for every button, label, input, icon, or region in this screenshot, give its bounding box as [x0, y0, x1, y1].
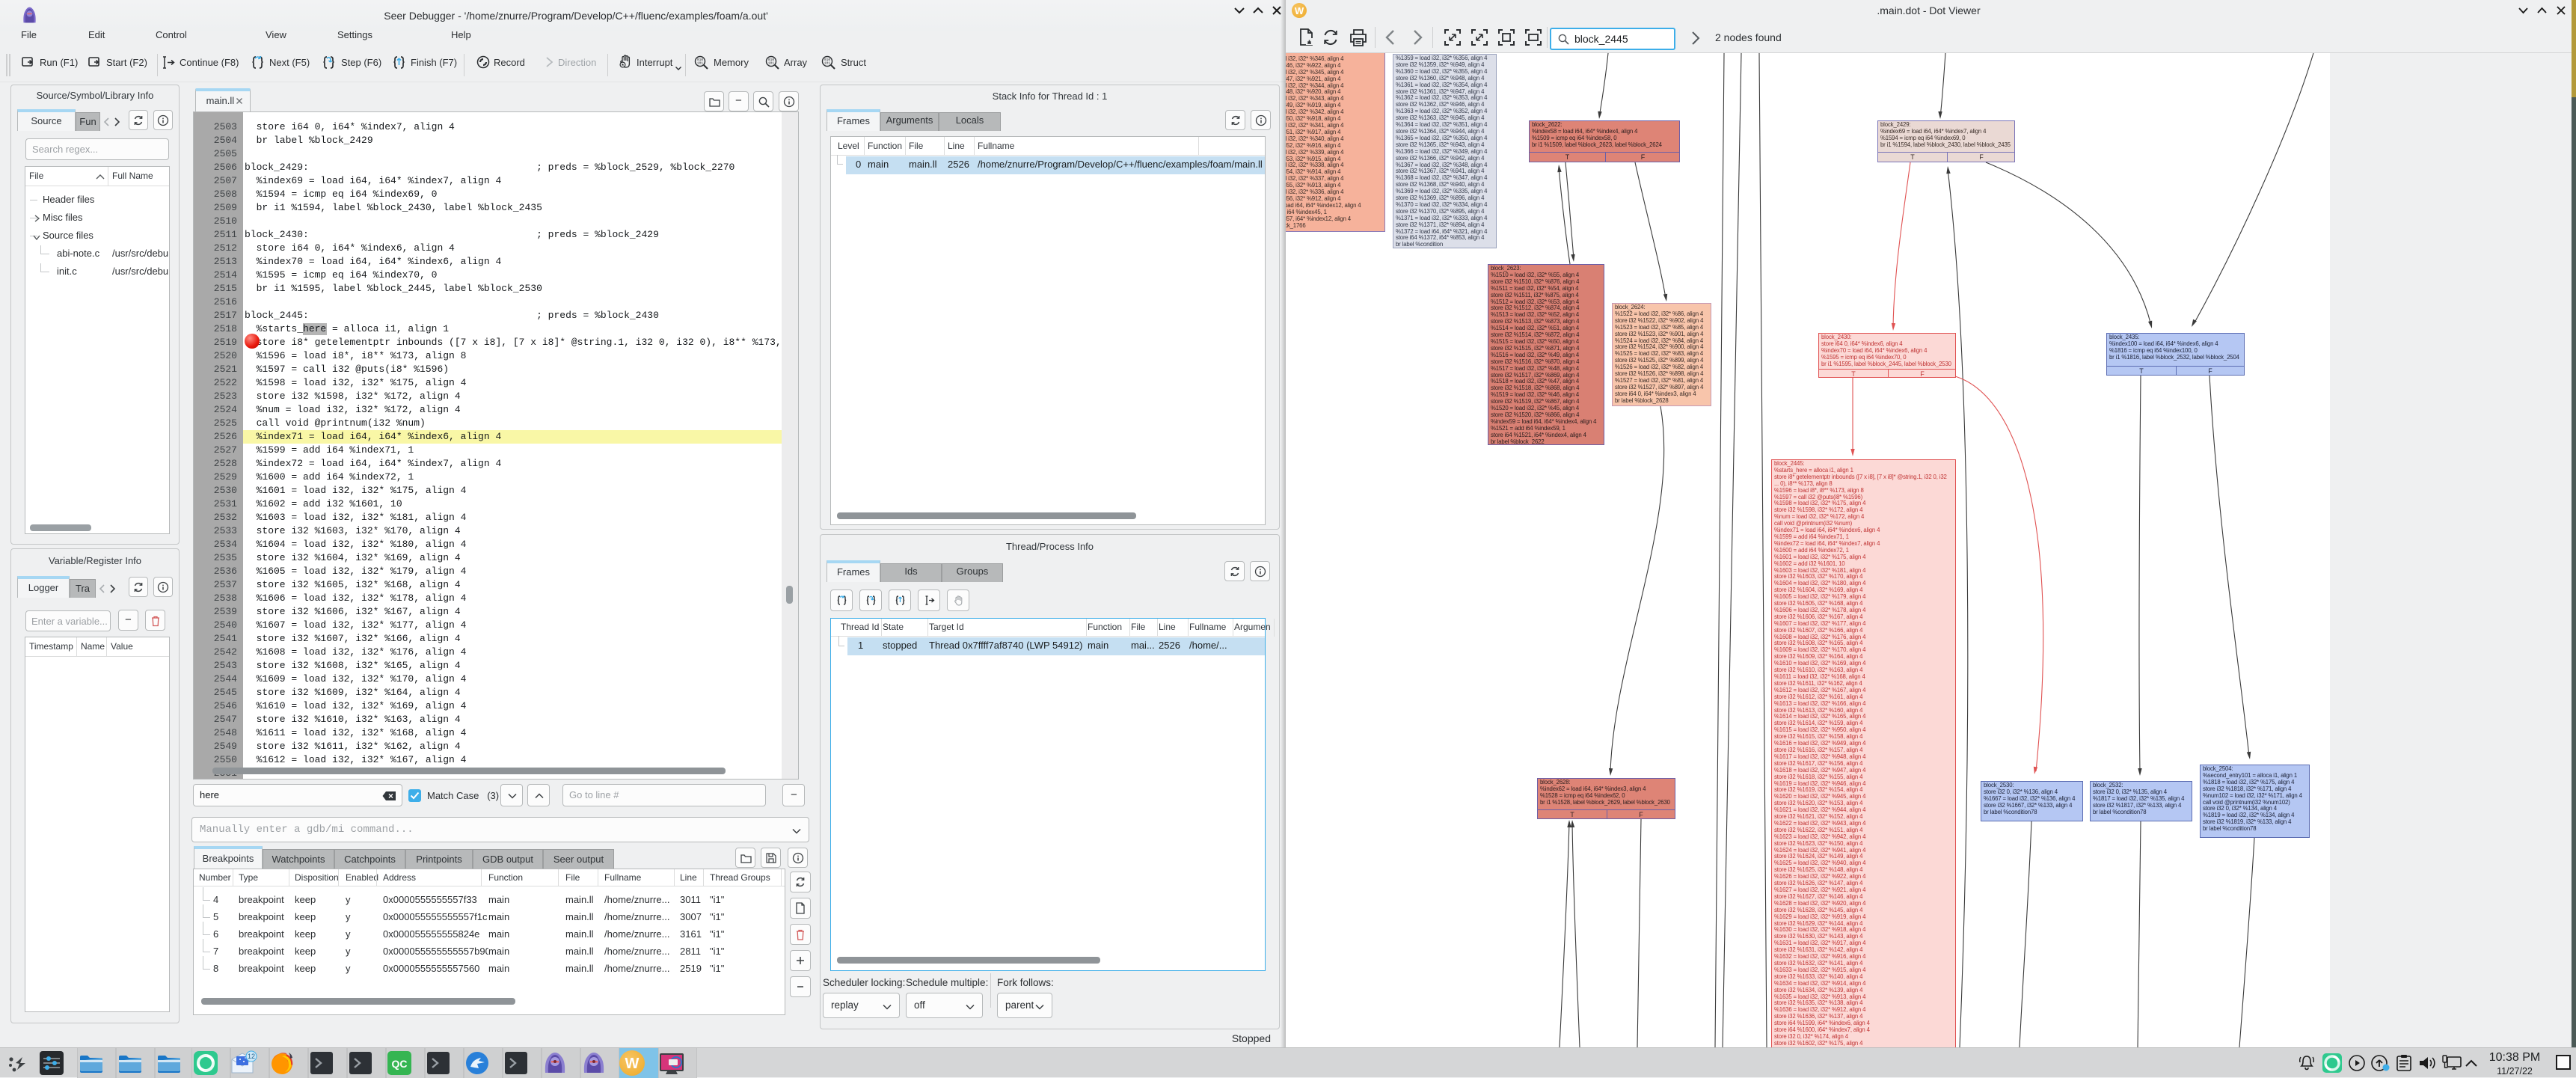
svg-text:101: 101 [697, 61, 704, 66]
svg-text:101: 101 [824, 61, 831, 66]
svg-text:101: 101 [768, 61, 775, 66]
svg-text:QC: QC [392, 1058, 408, 1070]
svg-text:12: 12 [248, 1053, 255, 1060]
